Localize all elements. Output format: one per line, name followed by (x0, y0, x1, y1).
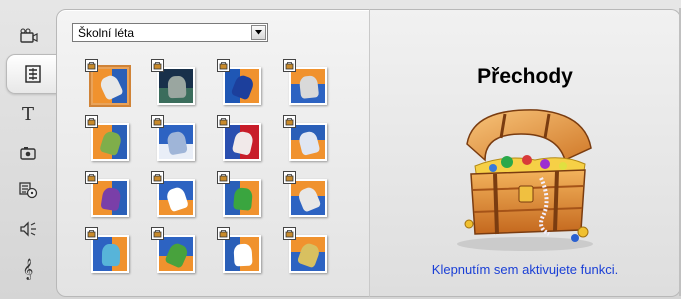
transition-item[interactable] (83, 59, 147, 115)
premium-lock-icon (85, 115, 98, 128)
transition-thumbnail-grid (83, 59, 345, 283)
transition-item[interactable] (215, 171, 279, 227)
thumbnail-figure (101, 243, 121, 267)
premium-lock-icon (151, 59, 164, 72)
transition-item[interactable] (215, 59, 279, 115)
category-value: Školní léta (78, 26, 135, 40)
premium-lock-icon (283, 115, 296, 128)
info-panel: Přechody Klepnutím sem aktivujete funkci… (369, 9, 681, 297)
speaker-icon (20, 221, 36, 237)
disc-menu-icon (19, 182, 38, 199)
premium-lock-icon (217, 115, 230, 128)
music-tab[interactable]: 𝄞 (9, 255, 47, 283)
category-dropdown[interactable]: Školní léta (72, 23, 268, 42)
album-tab-strip: T 𝄞 (0, 0, 67, 299)
transition-item[interactable] (281, 171, 345, 227)
transition-thumbnail[interactable] (289, 179, 327, 217)
disc-menus-tab[interactable] (9, 176, 47, 204)
transition-thumbnail[interactable] (157, 67, 195, 105)
transition-item[interactable] (83, 227, 147, 283)
thumbnail-figure (298, 75, 320, 99)
transition-thumbnail[interactable] (223, 179, 261, 217)
transitions-browser: Školní léta (56, 9, 370, 297)
transition-thumbnail[interactable] (91, 235, 129, 273)
album-window: T 𝄞 Školní léta Přechody Klepnutím sem a… (0, 0, 681, 299)
thumbnail-figure (233, 243, 253, 267)
transition-thumbnail[interactable] (289, 123, 327, 161)
transition-thumbnail[interactable] (223, 67, 261, 105)
transition-thumbnail[interactable] (91, 179, 129, 217)
photos-tab[interactable] (9, 139, 47, 167)
transition-item[interactable] (149, 115, 213, 171)
premium-lock-icon (85, 171, 98, 184)
transition-item[interactable] (215, 115, 279, 171)
transition-item[interactable] (281, 59, 345, 115)
transition-item[interactable] (149, 171, 213, 227)
transitions-icon (25, 65, 41, 83)
transition-item[interactable] (149, 59, 213, 115)
premium-lock-icon (283, 171, 296, 184)
transition-thumbnail[interactable] (91, 67, 129, 105)
thumbnail-figure (167, 75, 187, 99)
transition-thumbnail[interactable] (157, 235, 195, 273)
chevron-down-icon (255, 30, 262, 35)
transition-item[interactable] (281, 227, 345, 283)
sound-effects-tab[interactable] (9, 215, 47, 243)
premium-lock-icon (151, 227, 164, 240)
thumbnail-figure (233, 187, 253, 211)
premium-lock-icon (85, 227, 98, 240)
premium-lock-icon (217, 227, 230, 240)
premium-lock-icon (283, 59, 296, 72)
titles-tab[interactable]: T (9, 100, 47, 128)
treble-clef-icon: 𝄞 (22, 258, 34, 280)
transition-thumbnail[interactable] (289, 235, 327, 273)
transition-thumbnail[interactable] (223, 235, 261, 273)
activate-feature-link[interactable]: Klepnutím sem aktivujete funkci. (370, 262, 680, 277)
premium-lock-icon (283, 227, 296, 240)
premium-lock-icon (217, 59, 230, 72)
dropdown-button[interactable] (251, 25, 266, 40)
transition-item[interactable] (149, 227, 213, 283)
transition-thumbnail[interactable] (91, 123, 129, 161)
camera-icon (20, 147, 36, 160)
transition-thumbnail[interactable] (223, 123, 261, 161)
transition-thumbnail[interactable] (157, 123, 195, 161)
premium-lock-icon (217, 171, 230, 184)
transitions-tab[interactable] (6, 54, 67, 94)
transition-thumbnail[interactable] (289, 67, 327, 105)
transition-thumbnail[interactable] (157, 179, 195, 217)
title-T-icon: T (21, 103, 34, 125)
video-tab[interactable] (9, 22, 47, 50)
transition-item[interactable] (83, 171, 147, 227)
thumbnail-figure (100, 186, 122, 212)
transition-item[interactable] (83, 115, 147, 171)
premium-lock-icon (85, 59, 98, 72)
transition-item[interactable] (215, 227, 279, 283)
premium-lock-icon (151, 171, 164, 184)
transition-item[interactable] (281, 115, 345, 171)
video-camera-icon (20, 28, 38, 43)
premium-lock-icon (151, 115, 164, 128)
panel-title: Přechody (477, 65, 573, 88)
treasure-chest-image (457, 109, 593, 251)
